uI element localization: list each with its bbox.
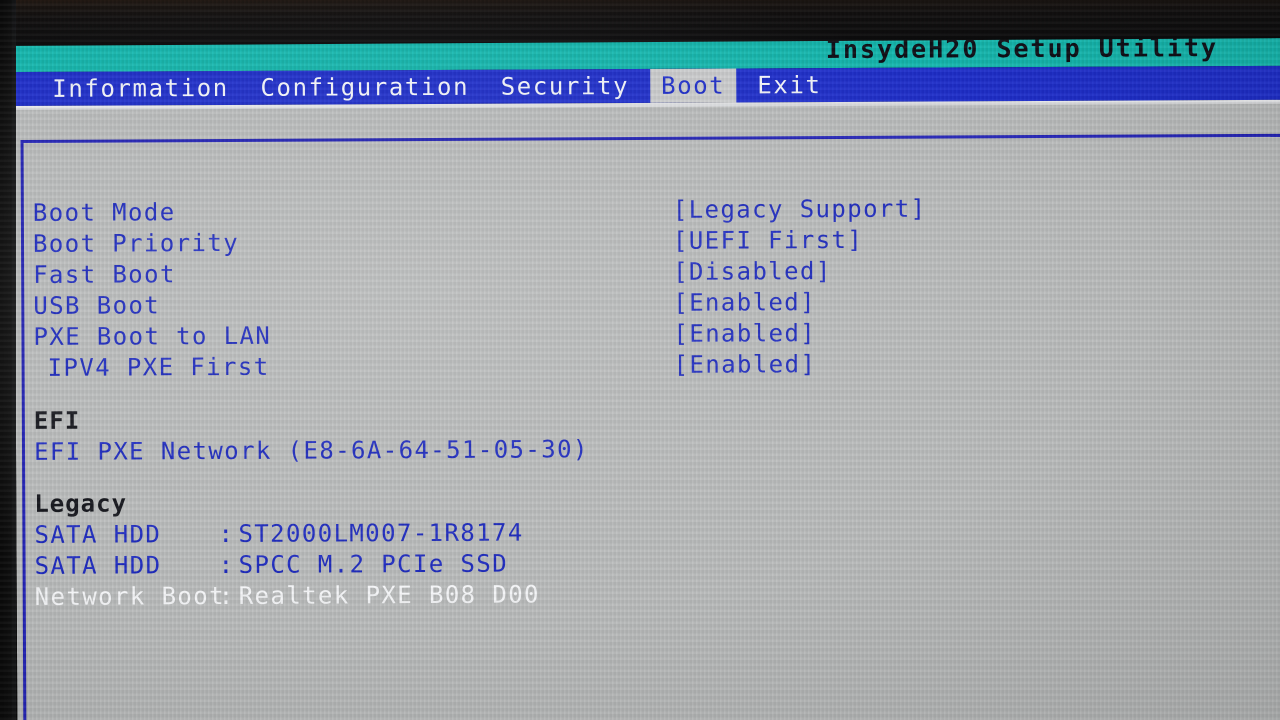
boot-entry-name-efi-pxe-network: EFI PXE Network (E8-6A-64-51-05-30) (33, 435, 589, 466)
setting-row-pxe-boot-to-lan[interactable]: PXE Boot to LAN [Enabled] (15, 317, 1115, 352)
display-bezel-left (0, 0, 16, 720)
setting-row-boot-priority[interactable]: Boot Priority [UEFI First] (15, 224, 1115, 259)
group-heading-legacy-row: Legacy (16, 485, 916, 519)
setting-label-boot-mode: Boot Mode (32, 198, 176, 227)
screen-photo: InsydeH20 Setup Utility Information Conf… (0, 0, 1280, 720)
content-panel: Boot Mode [Legacy Support] Boot Priority… (14, 103, 1280, 720)
setting-label-usb-boot: USB Boot (33, 291, 161, 320)
setting-label-pxe-boot-to-lan: PXE Boot to LAN (33, 321, 272, 351)
boot-entry-sata-hdd-1[interactable]: SATA HDD : ST2000LM007-1R8174 (16, 516, 916, 550)
group-heading-efi-row: EFI (16, 402, 916, 436)
tab-configuration[interactable]: Configuration (249, 70, 480, 105)
boot-entry-value-sata-hdd-1: ST2000LM007-1R8174 (238, 518, 524, 548)
boot-entry-colon-network-boot: : (218, 581, 234, 611)
boot-entry-colon-sata-hdd-1: : (218, 519, 233, 549)
setting-label-ipv4-pxe-first: IPV4 PXE First (47, 352, 270, 382)
group-heading-efi: EFI (33, 406, 81, 435)
tab-information[interactable]: Information (41, 71, 240, 106)
setting-row-ipv4-pxe-first[interactable]: IPV4 PXE First [Enabled] (16, 348, 1116, 383)
boot-entry-value-sata-hdd-2: SPCC M.2 PCIe SSD (238, 549, 509, 579)
boot-entry-network-boot[interactable]: Network Boot : Realtek PXE B08 D00 (17, 578, 917, 612)
setting-value-ipv4-pxe-first[interactable]: [Enabled] (674, 349, 817, 380)
boot-entry-efi-pxe-network[interactable]: EFI PXE Network (E8-6A-64-51-05-30) (16, 433, 916, 467)
setting-label-fast-boot: Fast Boot (33, 260, 176, 289)
setting-value-boot-mode[interactable]: [Legacy Support] (673, 194, 927, 225)
tab-exit[interactable]: Exit (746, 68, 832, 102)
setting-value-pxe-boot-to-lan[interactable]: [Enabled] (673, 318, 816, 349)
setting-row-fast-boot[interactable]: Fast Boot [Disabled] (15, 255, 1115, 290)
settings-area: Boot Mode [Legacy Support] Boot Priority… (15, 137, 1280, 720)
boot-entry-colon-sata-hdd-2: : (218, 550, 234, 580)
boot-entry-name-sata-hdd-2: SATA HDD (34, 551, 162, 580)
setting-value-boot-priority[interactable]: [UEFI First] (673, 225, 863, 256)
setting-row-usb-boot[interactable]: USB Boot [Enabled] (15, 286, 1115, 321)
setting-row-boot-mode[interactable]: Boot Mode [Legacy Support] (15, 193, 1115, 228)
boot-entry-name-network-boot: Network Boot (34, 581, 226, 611)
setting-label-boot-priority: Boot Priority (32, 228, 240, 258)
display-bezel-top (0, 0, 1280, 46)
setting-value-usb-boot[interactable]: [Enabled] (673, 287, 816, 318)
boot-entry-value-network-boot: Realtek PXE B08 D00 (238, 580, 540, 610)
setting-value-fast-boot[interactable]: [Disabled] (673, 256, 832, 287)
boot-entry-name-sata-hdd-1: SATA HDD (34, 520, 162, 549)
boot-entry-sata-hdd-2[interactable]: SATA HDD : SPCC M.2 PCIe SSD (17, 547, 917, 581)
tab-security[interactable]: Security (490, 69, 641, 104)
bios-screen: InsydeH20 Setup Utility Information Conf… (14, 29, 1280, 720)
tab-boot[interactable]: Boot (650, 68, 737, 103)
group-heading-legacy: Legacy (34, 489, 128, 518)
